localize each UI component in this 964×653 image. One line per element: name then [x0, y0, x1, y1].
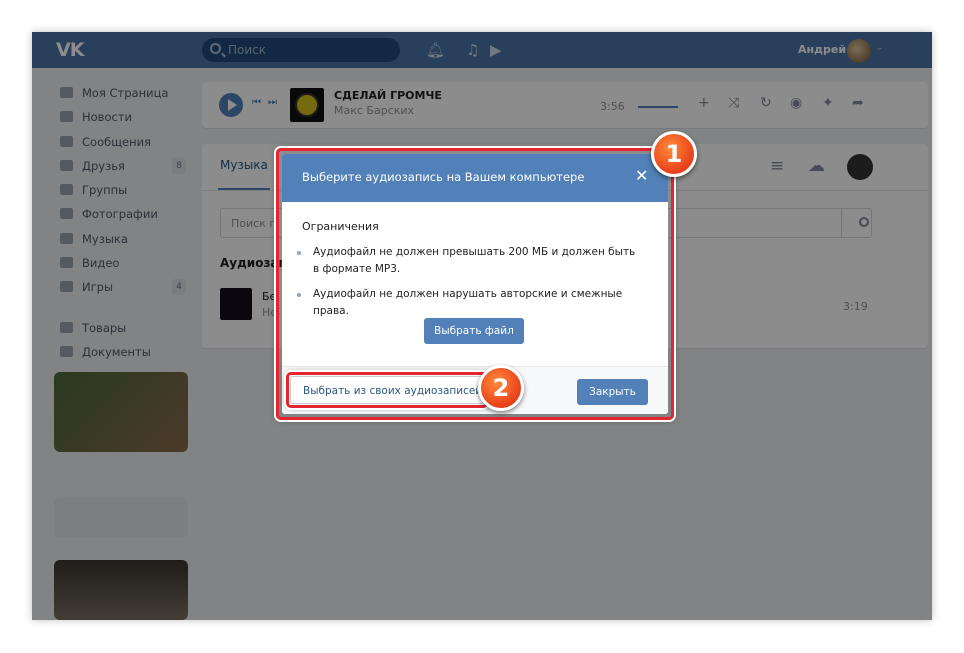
step-1-marker: 1 — [651, 131, 697, 177]
step-2-marker: 2 — [478, 365, 524, 411]
highlight-box-link — [286, 372, 488, 408]
